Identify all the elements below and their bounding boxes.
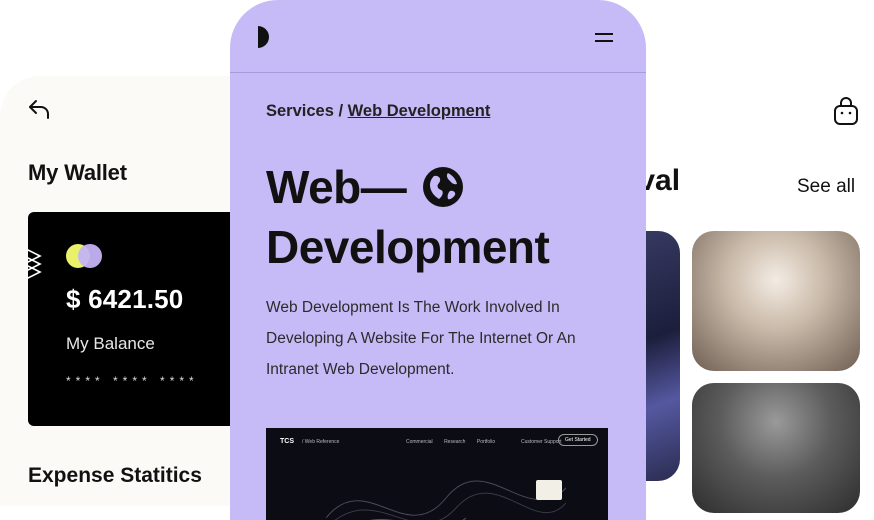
preview-product-chip (536, 480, 562, 500)
product-image-model-sculptural[interactable] (692, 231, 860, 371)
shopping-bag-icon[interactable] (832, 96, 860, 126)
breadcrumb-parent[interactable]: Services / (266, 102, 343, 120)
preview-nav: Commercial Research Portfolio (406, 439, 505, 445)
header-divider (230, 72, 646, 73)
web-development-screen: Services / Web Development Web— Developm… (230, 0, 646, 520)
service-description: Web Development Is The Work Involved In … (266, 299, 576, 378)
preview-nav-item: Research (444, 439, 466, 445)
globe-icon (423, 167, 463, 207)
see-all-link[interactable]: See all (797, 176, 855, 198)
expense-section-title: Expense Statitics (28, 464, 202, 487)
wallet-title: My Wallet (28, 160, 127, 185)
hamburger-menu-icon[interactable] (595, 32, 613, 44)
website-preview-thumbnail[interactable]: TCS / Web Reference Commercial Research … (266, 428, 608, 520)
headline-line-2: Development (266, 221, 550, 273)
preview-support: Customer Support (521, 439, 562, 445)
headline-line-1: Web— (266, 161, 407, 213)
balance-label: My Balance (66, 334, 155, 353)
card-brand-logo (66, 244, 106, 268)
preview-brand: TCS (280, 438, 294, 445)
preview-nav-item: Commercial (406, 439, 433, 445)
back-arrow-icon[interactable] (26, 96, 52, 122)
preview-cta-button: Get Started (558, 434, 598, 446)
preview-nav-item: Portfolio (476, 439, 496, 445)
preview-swirl-graphic (326, 480, 566, 520)
masked-card-number: **** **** **** (66, 374, 199, 388)
balance-amount: $ 6421.50 (66, 284, 184, 314)
breadcrumb: Services / Web Development (266, 102, 490, 121)
card-stripes-icon (28, 249, 42, 279)
half-circle-logo-icon[interactable] (258, 26, 272, 48)
breadcrumb-current[interactable]: Web Development (348, 102, 491, 120)
preview-tag: / Web Reference (302, 439, 340, 445)
